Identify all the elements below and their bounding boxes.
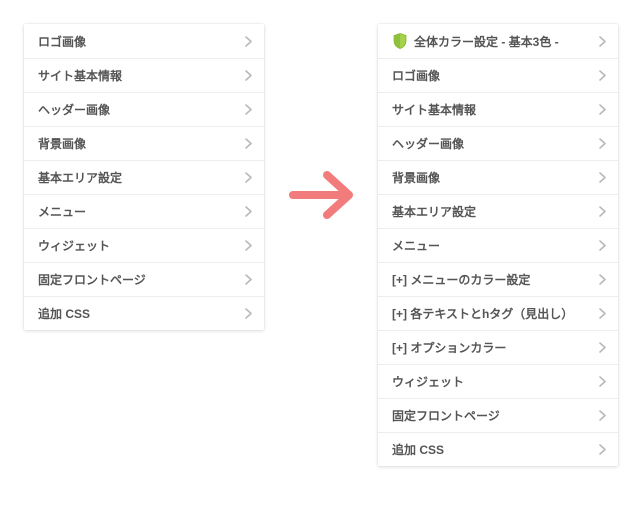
row-label: 追加 CSS — [38, 305, 90, 322]
chevron-right-icon — [599, 274, 606, 285]
chevron-right-icon — [599, 444, 606, 455]
row-label: 背景画像 — [392, 169, 440, 186]
row-label: 全体カラー設定 - 基本3色 - — [414, 33, 559, 50]
row-label-with-icon: 全体カラー設定 - 基本3色 - — [392, 33, 559, 50]
chevron-right-icon — [599, 104, 606, 115]
right-settings-panel: 全体カラー設定 - 基本3色 - ロゴ画像 サイト基本情報 ヘッダー画像 背景画… — [378, 24, 618, 466]
chevron-right-icon — [245, 138, 252, 149]
row-background-image[interactable]: 背景画像 — [378, 160, 618, 194]
row-label: ヘッダー画像 — [38, 101, 110, 118]
row-label: ロゴ画像 — [38, 33, 86, 50]
chevron-right-icon — [599, 342, 606, 353]
row-label: 基本エリア設定 — [38, 169, 122, 186]
chevron-right-icon — [599, 172, 606, 183]
row-additional-css[interactable]: 追加 CSS — [24, 296, 264, 330]
row-widget[interactable]: ウィジェット — [378, 364, 618, 398]
shield-icon — [392, 33, 408, 49]
chevron-right-icon — [599, 36, 606, 47]
row-basic-area-settings[interactable]: 基本エリア設定 — [378, 194, 618, 228]
chevron-right-icon — [599, 138, 606, 149]
row-header-image[interactable]: ヘッダー画像 — [24, 92, 264, 126]
arrow-right-icon — [287, 160, 357, 230]
chevron-right-icon — [245, 206, 252, 217]
row-label: ウィジェット — [38, 237, 110, 254]
chevron-right-icon — [245, 172, 252, 183]
chevron-right-icon — [599, 206, 606, 217]
row-label: [+] メニューのカラー設定 — [392, 271, 530, 288]
row-label: 固定フロントページ — [392, 407, 500, 424]
left-settings-panel: ロゴ画像 サイト基本情報 ヘッダー画像 背景画像 基本エリア設定 メニュー ウィ… — [24, 24, 264, 330]
chevron-right-icon — [599, 410, 606, 421]
row-site-basic-info[interactable]: サイト基本情報 — [378, 92, 618, 126]
row-label: 固定フロントページ — [38, 271, 146, 288]
row-menu-color-settings[interactable]: [+] メニューのカラー設定 — [378, 262, 618, 296]
row-static-front-page[interactable]: 固定フロントページ — [378, 398, 618, 432]
row-header-image[interactable]: ヘッダー画像 — [378, 126, 618, 160]
chevron-right-icon — [245, 308, 252, 319]
chevron-right-icon — [599, 70, 606, 81]
row-additional-css[interactable]: 追加 CSS — [378, 432, 618, 466]
row-label: 基本エリア設定 — [392, 203, 476, 220]
row-text-and-htag[interactable]: [+] 各テキストとhタグ（見出し） — [378, 296, 618, 330]
row-option-color[interactable]: [+] オプションカラー — [378, 330, 618, 364]
row-menu[interactable]: メニュー — [378, 228, 618, 262]
row-label: メニュー — [392, 237, 440, 254]
row-label: ウィジェット — [392, 373, 464, 390]
chevron-right-icon — [599, 376, 606, 387]
row-logo-image[interactable]: ロゴ画像 — [378, 58, 618, 92]
row-label: 追加 CSS — [392, 441, 444, 458]
row-label: ヘッダー画像 — [392, 135, 464, 152]
row-label: サイト基本情報 — [392, 101, 476, 118]
chevron-right-icon — [599, 308, 606, 319]
chevron-right-icon — [245, 36, 252, 47]
chevron-right-icon — [245, 274, 252, 285]
row-widget[interactable]: ウィジェット — [24, 228, 264, 262]
row-label: メニュー — [38, 203, 86, 220]
row-label: ロゴ画像 — [392, 67, 440, 84]
chevron-right-icon — [599, 240, 606, 251]
row-label: 背景画像 — [38, 135, 86, 152]
row-background-image[interactable]: 背景画像 — [24, 126, 264, 160]
row-label: [+] オプションカラー — [392, 339, 506, 356]
row-static-front-page[interactable]: 固定フロントページ — [24, 262, 264, 296]
row-label: サイト基本情報 — [38, 67, 122, 84]
chevron-right-icon — [245, 240, 252, 251]
chevron-right-icon — [245, 70, 252, 81]
row-basic-area-settings[interactable]: 基本エリア設定 — [24, 160, 264, 194]
row-label: [+] 各テキストとhタグ（見出し） — [392, 305, 573, 322]
row-logo-image[interactable]: ロゴ画像 — [24, 24, 264, 58]
chevron-right-icon — [245, 104, 252, 115]
row-menu[interactable]: メニュー — [24, 194, 264, 228]
row-overall-color-settings[interactable]: 全体カラー設定 - 基本3色 - — [378, 24, 618, 58]
row-site-basic-info[interactable]: サイト基本情報 — [24, 58, 264, 92]
